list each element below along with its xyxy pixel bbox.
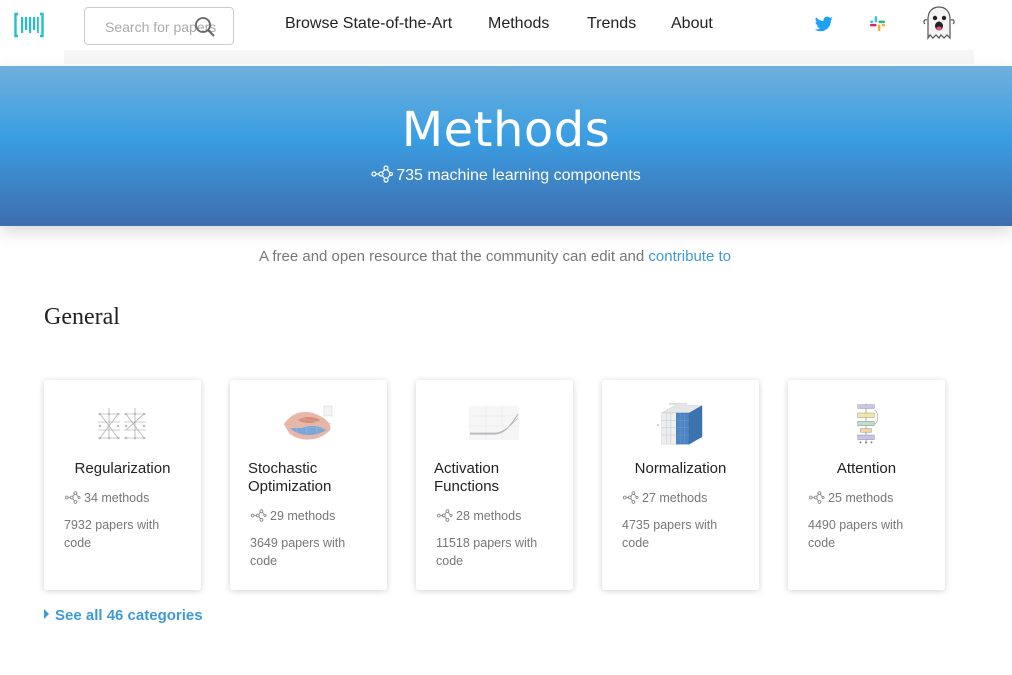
- card-title[interactable]: Normalization: [602, 460, 759, 478]
- card-title[interactable]: Regularization: [44, 460, 201, 478]
- card-method-count: 28 methods: [436, 509, 521, 523]
- caret-right-icon: [44, 609, 49, 619]
- hero-banner: Methods 735 machine learning components: [0, 66, 1012, 226]
- method-count-text: 29 methods: [270, 509, 336, 523]
- category-card-activation-functions[interactable]: Activation Functions 28 methods 11518 pa…: [416, 380, 573, 590]
- card-papers-count: 4735 papers with code: [622, 518, 718, 550]
- card-method-count: 34 methods: [64, 491, 149, 505]
- nav-about-link[interactable]: About: [671, 15, 713, 32]
- twitter-icon[interactable]: [815, 16, 833, 32]
- page-title: Methods: [401, 102, 611, 158]
- card-method-count: 25 methods: [808, 491, 893, 505]
- method-count-text: 25 methods: [828, 491, 894, 505]
- nav-browse-sota[interactable]: Browse State-of-the-Art: [285, 15, 452, 33]
- section-title-general: General: [44, 304, 120, 330]
- top-navbar: Browse State-of-the-Art Methods Trends A…: [0, 0, 1012, 66]
- logo-icon[interactable]: [14, 12, 44, 38]
- normalization-thumbnail: N: [657, 402, 703, 445]
- navbar-shelf: [64, 50, 974, 64]
- nav-methods[interactable]: Methods: [488, 15, 549, 33]
- card-title[interactable]: Stochastic Optimization: [248, 460, 378, 496]
- method-count-text: 28 methods: [456, 509, 522, 523]
- network-icon: [250, 509, 267, 522]
- card-papers-count: 3649 papers with code: [250, 536, 346, 568]
- nav-methods-link[interactable]: Methods: [488, 15, 549, 32]
- nav-browse-link[interactable]: Browse State-of-the-Art: [285, 15, 452, 32]
- regularization-thumbnail: [98, 408, 146, 440]
- nav-trends-link[interactable]: Trends: [587, 15, 636, 32]
- card-papers-count: 11518 papers with code: [436, 536, 538, 568]
- hero-subtitle: 735 machine learning components: [0, 165, 1012, 185]
- see-all-categories-link[interactable]: See all 46 categories: [44, 607, 203, 624]
- card-title[interactable]: Attention: [788, 460, 945, 478]
- activation-functions-thumbnail: [469, 406, 519, 440]
- network-icon: [622, 491, 639, 504]
- stochastic-optimization-thumbnail: [283, 405, 333, 440]
- slack-icon[interactable]: [869, 15, 886, 32]
- nav-trends[interactable]: Trends: [587, 15, 636, 33]
- category-card-regularization[interactable]: Regularization 34 methods 7932 papers wi…: [44, 380, 201, 590]
- see-all-text[interactable]: See all 46 categories: [55, 607, 203, 624]
- tagline: A free and open resource that the commun…: [0, 248, 990, 265]
- ghost-avatar[interactable]: [920, 4, 958, 42]
- contribute-link[interactable]: contribute to: [648, 248, 731, 265]
- search-box[interactable]: [84, 7, 234, 45]
- network-icon: [371, 165, 394, 183]
- card-title[interactable]: Activation Functions: [434, 460, 564, 496]
- network-icon: [436, 509, 453, 522]
- card-method-count: 29 methods: [250, 509, 335, 523]
- category-card-normalization[interactable]: N Normalization 27 methods 4735 papers w…: [602, 380, 759, 590]
- method-count-text: 27 methods: [642, 491, 708, 505]
- nav-about[interactable]: About: [671, 15, 713, 33]
- svg-text:N: N: [657, 423, 659, 427]
- method-count-text: 34 methods: [84, 491, 150, 505]
- card-papers-count: 4490 papers with code: [808, 518, 904, 550]
- attention-thumbnail: [857, 403, 878, 445]
- network-icon: [64, 491, 81, 504]
- card-papers-count: 7932 papers with code: [64, 518, 160, 550]
- search-icon[interactable]: [194, 16, 216, 38]
- component-count: 735 machine learning components: [396, 167, 641, 184]
- card-method-count: 27 methods: [622, 491, 707, 505]
- category-card-attention[interactable]: Attention 25 methods 4490 papers with co…: [788, 380, 945, 590]
- network-icon: [808, 491, 825, 504]
- tagline-text: A free and open resource that the commun…: [259, 248, 649, 265]
- category-card-stochastic-optimization[interactable]: Stochastic Optimization 29 methods 3649 …: [230, 380, 387, 590]
